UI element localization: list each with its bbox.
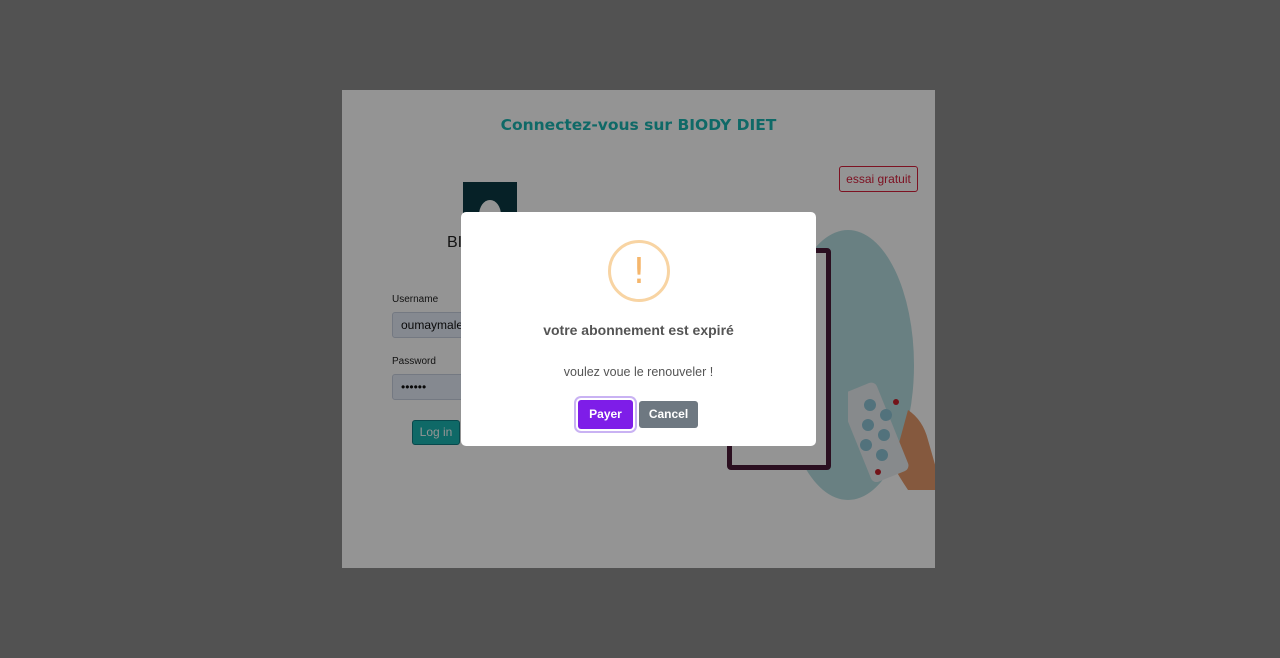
warning-icon: !	[608, 240, 670, 302]
subscription-expired-dialog: ! votre abonnement est expiré voulez vou…	[461, 212, 816, 446]
pay-button[interactable]: Payer	[578, 400, 633, 429]
dialog-title: votre abonnement est expiré	[543, 322, 734, 338]
dialog-message: voulez voue le renouveler !	[563, 365, 714, 379]
warning-glyph: !	[631, 251, 647, 292]
cancel-button[interactable]: Cancel	[639, 401, 698, 428]
